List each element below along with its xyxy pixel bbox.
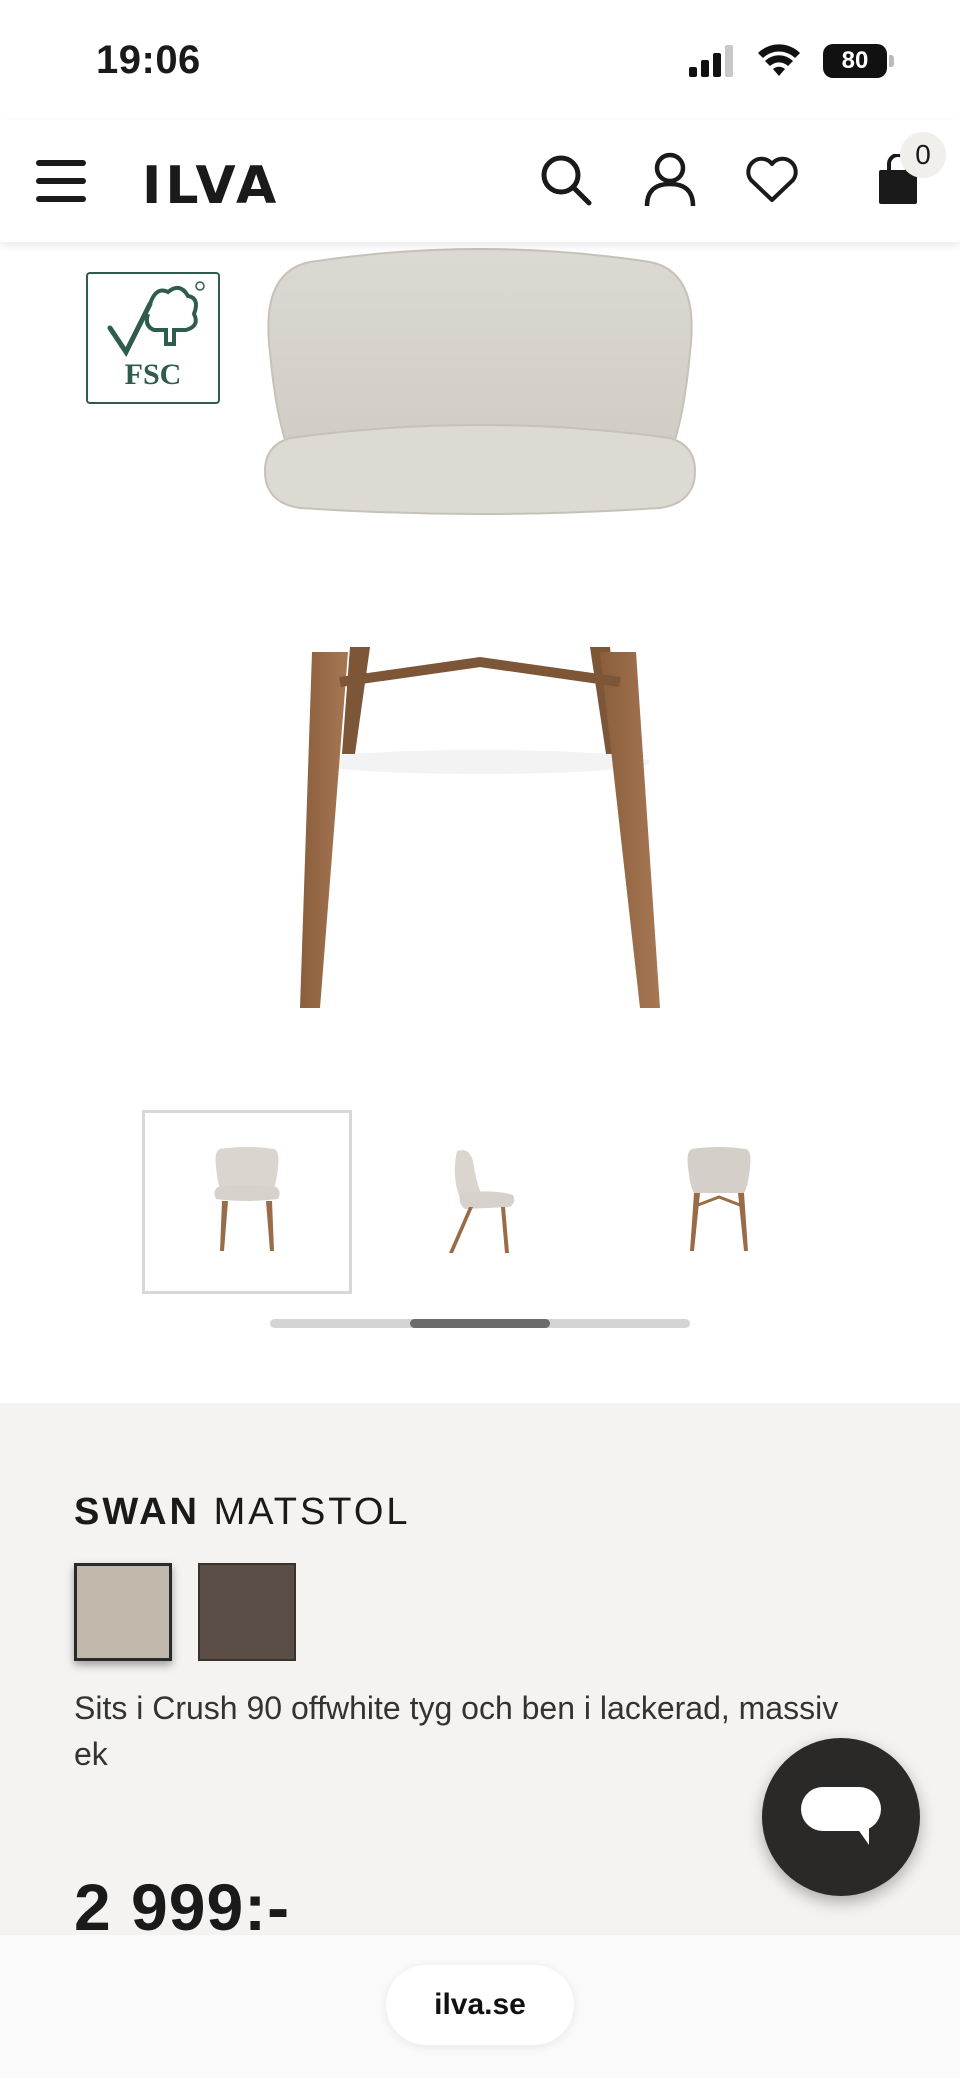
- product-brand: SWAN: [74, 1491, 200, 1533]
- signal-icon: [689, 45, 733, 77]
- thumbnail-back[interactable]: [614, 1110, 824, 1294]
- swatch-offwhite[interactable]: [74, 1563, 172, 1661]
- search-icon[interactable]: [536, 150, 596, 210]
- account-icon[interactable]: [640, 150, 700, 210]
- product-description: Sits i Crush 90 offwhite tyg och ben i l…: [74, 1690, 839, 1772]
- swatch-brown[interactable]: [198, 1563, 296, 1661]
- gallery-scroll-indicator[interactable]: [410, 1319, 550, 1328]
- fsc-label: FSC: [124, 358, 182, 391]
- wishlist-icon[interactable]: [742, 150, 802, 210]
- wifi-icon: [758, 44, 800, 76]
- fsc-certification-badge: FSC: [86, 272, 220, 404]
- cart-count-badge: 0: [900, 132, 946, 178]
- product-price: 2 999:-: [74, 1870, 291, 1944]
- site-logo[interactable]: ILVA: [142, 156, 280, 216]
- battery-icon: 80: [823, 44, 894, 78]
- thumbnail-strip: [142, 1110, 850, 1294]
- status-time: 19:06: [96, 38, 201, 82]
- site-header: ILVA: [0, 120, 960, 242]
- thumbnail-front[interactable]: [142, 1110, 352, 1294]
- product-title: SWAN MATSTOL: [74, 1491, 411, 1534]
- browser-url[interactable]: ilva.se: [386, 1965, 574, 2045]
- chat-bubble-icon: [801, 1787, 881, 1845]
- thumbnail-side[interactable]: [378, 1110, 588, 1294]
- color-swatches: [74, 1563, 296, 1661]
- tree-check-icon: [107, 281, 205, 357]
- menu-icon[interactable]: [36, 160, 86, 202]
- status-icons: 80: [689, 44, 894, 78]
- chat-button[interactable]: [762, 1738, 920, 1896]
- battery-level: 80: [823, 44, 887, 78]
- browser-bottom-bar: ilva.se: [0, 1935, 960, 2078]
- product-type: MATSTOL: [213, 1491, 411, 1533]
- status-bar: 19:06 80: [0, 0, 960, 120]
